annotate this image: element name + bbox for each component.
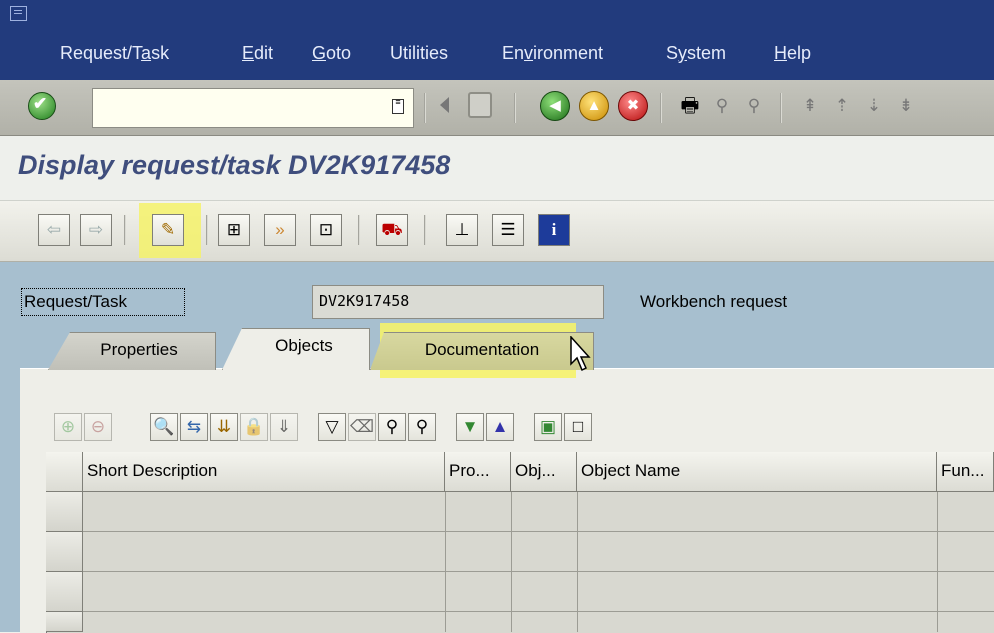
- row-selector[interactable]: [46, 532, 83, 572]
- delete-row-icon[interactable]: ⊖: [84, 413, 112, 441]
- column-header-program-id[interactable]: Pro...: [445, 452, 511, 492]
- print-icon[interactable]: 🖶: [676, 92, 704, 120]
- next-object-icon[interactable]: ⇨: [80, 214, 112, 246]
- sort-icon[interactable]: ⇊: [210, 413, 238, 441]
- previous-object-icon[interactable]: ⇦: [38, 214, 70, 246]
- transfer-icon[interactable]: ⇆: [180, 413, 208, 441]
- sort-descending-icon[interactable]: ▼: [456, 413, 484, 441]
- mouse-cursor-icon: [570, 336, 591, 372]
- menu-item-label: y: [678, 43, 688, 63]
- toolbar-separator: [514, 93, 516, 123]
- row-selector[interactable]: [46, 572, 83, 612]
- display-object-icon[interactable]: 🔍: [150, 413, 178, 441]
- menu-item-label: ironment: [533, 43, 604, 63]
- sort-ascending-icon[interactable]: ▲: [486, 413, 514, 441]
- find-next-icon[interactable]: ⚲: [740, 92, 768, 120]
- toolbar-separator: [206, 215, 208, 245]
- toolbar-separator: [780, 93, 782, 123]
- menu-item[interactable]: System: [666, 43, 726, 64]
- menu-item-label: H: [774, 43, 787, 63]
- command-history-icon[interactable]: ≡: [392, 98, 404, 114]
- hierarchy-icon[interactable]: ⊡: [310, 214, 342, 246]
- request-task-label: Request/Task: [21, 288, 185, 316]
- menu-item-label: a: [141, 43, 152, 63]
- toolbar-separator: [358, 215, 360, 245]
- column-header-object-type[interactable]: Obj...: [511, 452, 577, 492]
- menu-item-label: E: [242, 43, 255, 63]
- enter-icon[interactable]: [28, 92, 56, 120]
- menu-item-label: En: [502, 43, 525, 63]
- menu-item[interactable]: Request/Task: [60, 43, 169, 64]
- check-objects-icon[interactable]: »: [264, 214, 296, 246]
- last-page-icon[interactable]: ⇟: [892, 92, 920, 120]
- save-icon[interactable]: [468, 92, 492, 118]
- tab-properties[interactable]: Properties: [48, 332, 216, 370]
- display-change-icon[interactable]: ✎: [152, 214, 184, 246]
- toolbar-separator: [660, 93, 662, 123]
- cancel-icon[interactable]: ✖: [618, 91, 648, 121]
- menu-item-label: S: [666, 43, 679, 63]
- tab-documentation[interactable]: Documentation: [370, 332, 594, 370]
- table-row[interactable]: [83, 572, 994, 612]
- column-header-short-description[interactable]: Short Description: [83, 452, 445, 492]
- select-all-icon[interactable]: ▣: [534, 413, 562, 441]
- import-icon[interactable]: ⇓: [270, 413, 298, 441]
- menu-item-label: Request/T: [60, 43, 142, 63]
- find-icon[interactable]: ⚲: [708, 92, 736, 120]
- menu-item-label: elp: [787, 43, 812, 63]
- filter-delete-icon[interactable]: ⌫: [348, 413, 376, 441]
- filter-icon[interactable]: ▽: [318, 413, 346, 441]
- menu-item-label: G: [312, 43, 327, 63]
- menu-item[interactable]: Environment: [502, 43, 603, 64]
- exit-icon[interactable]: ▲: [579, 91, 609, 121]
- menu-item[interactable]: Edit: [242, 43, 273, 64]
- tab-objects[interactable]: Objects: [222, 328, 370, 370]
- system-menu-icon[interactable]: [10, 6, 27, 21]
- menu-item-label: v: [524, 43, 534, 63]
- menu-item[interactable]: Utilities: [390, 43, 448, 64]
- previous-page-icon[interactable]: ⇡: [828, 92, 856, 120]
- request-type-text: Workbench request: [640, 292, 788, 311]
- menu-item-label: dit: [254, 43, 274, 63]
- deselect-all-icon[interactable]: □: [564, 413, 592, 441]
- toolbar-separator: [424, 93, 426, 123]
- back-arrow-icon[interactable]: [440, 97, 449, 113]
- release-icon[interactable]: ⛟: [376, 214, 408, 246]
- insert-row-icon[interactable]: ⊕: [54, 413, 82, 441]
- column-header-object-name[interactable]: Object Name: [577, 452, 937, 492]
- command-field[interactable]: [92, 88, 414, 128]
- select-all-rows-cell[interactable]: [46, 452, 83, 492]
- table-row[interactable]: [83, 532, 994, 572]
- find-next-icon[interactable]: ⚲: [408, 413, 436, 441]
- info-icon[interactable]: i: [538, 214, 570, 246]
- toolbar-separator: [124, 215, 126, 245]
- column-divider: [577, 492, 578, 632]
- menu-item-label: oto: [326, 43, 352, 63]
- lock-icon[interactable]: 🔒: [240, 413, 268, 441]
- row-selector[interactable]: [46, 612, 83, 632]
- menu-bar: [0, 0, 994, 80]
- table-row[interactable]: [83, 492, 994, 532]
- row-selector[interactable]: [46, 492, 83, 532]
- first-page-icon[interactable]: ⇞: [796, 92, 824, 120]
- column-header-function[interactable]: Fun...: [937, 452, 994, 492]
- object-directory-icon[interactable]: ⊞: [218, 214, 250, 246]
- column-divider: [511, 492, 512, 632]
- request-task-field[interactable]: DV2K917458: [312, 285, 604, 319]
- page-title: Display request/task DV2K917458: [18, 150, 451, 180]
- menu-item[interactable]: Help: [774, 43, 811, 64]
- toolbar-separator: [424, 215, 426, 245]
- column-divider: [445, 492, 446, 632]
- next-page-icon[interactable]: ⇣: [860, 92, 888, 120]
- menu-item-label: Utilities: [390, 43, 449, 63]
- column-divider: [937, 492, 938, 632]
- list-icon[interactable]: ☰: [492, 214, 524, 246]
- find-icon[interactable]: ⚲: [378, 413, 406, 441]
- menu-item-label: sk: [151, 43, 170, 63]
- back-icon[interactable]: ◀: [540, 91, 570, 121]
- menu-item-label: stem: [687, 43, 727, 63]
- tree-icon[interactable]: ⊥: [446, 214, 478, 246]
- menu-item[interactable]: Goto: [312, 43, 351, 64]
